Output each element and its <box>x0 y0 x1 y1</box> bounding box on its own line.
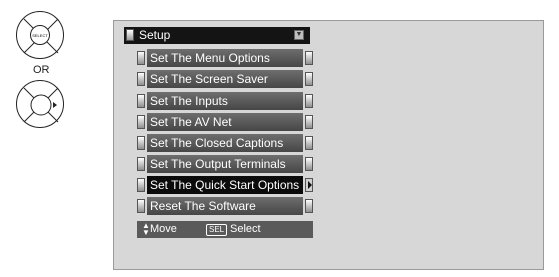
item-cap-left-icon <box>137 178 145 192</box>
menu-item-closed-captions[interactable]: Set The Closed Captions <box>137 134 313 152</box>
menu-item-label: Reset The Software <box>147 197 303 215</box>
menu-item-label: Set The Menu Options <box>147 49 303 67</box>
right-arrow-icon <box>53 102 57 108</box>
item-cap-right-icon <box>305 94 313 108</box>
item-cap-left-icon <box>137 157 145 171</box>
menu-title-cap-icon <box>126 29 134 41</box>
remote-select-button-illustration: SELECT <box>16 11 64 59</box>
menu-item-screen-saver[interactable]: Set The Screen Saver <box>137 70 313 88</box>
up-down-arrow-icon: ▲ ▼ <box>142 221 150 237</box>
menu-item-label: Set The Closed Captions <box>147 134 303 152</box>
move-hint: Move <box>150 223 177 235</box>
select-key-icon: SELECT <box>30 25 50 45</box>
item-cap-left-icon <box>137 94 145 108</box>
menu-item-inputs[interactable]: Set The Inputs <box>137 92 313 110</box>
menu-item-label: Set The Output Terminals <box>147 155 303 173</box>
menu-item-label: Set The Quick Start Options <box>147 176 303 194</box>
sel-key-icon: SEL <box>206 224 228 236</box>
menu-item-label: Set The Screen Saver <box>147 70 303 88</box>
item-cap-left-icon <box>137 136 145 150</box>
menu-help-footer: ▲ ▼ Move SEL Select <box>137 221 313 238</box>
item-cap-left-icon <box>137 199 145 213</box>
or-label: OR <box>33 64 50 76</box>
item-cap-left-icon <box>137 51 145 65</box>
direction-pad-icon <box>23 87 59 123</box>
menu-item-label: Set The AV Net <box>147 113 303 131</box>
remote-arrow-pad-illustration <box>16 80 64 128</box>
item-cap-right-icon <box>305 157 313 171</box>
chevron-down-icon[interactable]: ▼ <box>294 30 304 40</box>
menu-item-av-net[interactable]: Set The AV Net <box>137 113 313 131</box>
chevron-right-icon <box>305 178 313 192</box>
menu-title: Setup <box>139 28 171 42</box>
item-cap-right-icon <box>305 115 313 129</box>
select-hint: Select <box>230 223 261 235</box>
item-cap-right-icon <box>305 199 313 213</box>
menu-title-bar: Setup ▼ <box>124 27 310 44</box>
menu-item-label: Set The Inputs <box>147 92 303 110</box>
menu-item-quick-start-options[interactable]: Set The Quick Start Options <box>137 176 313 194</box>
item-cap-right-icon <box>305 51 313 65</box>
menu-item-menu-options[interactable]: Set The Menu Options <box>137 49 313 67</box>
item-cap-right-icon <box>305 72 313 86</box>
item-cap-right-icon <box>305 136 313 150</box>
menu-item-reset-software[interactable]: Reset The Software <box>137 197 313 215</box>
item-cap-left-icon <box>137 72 145 86</box>
item-cap-left-icon <box>137 115 145 129</box>
menu-item-output-terminals[interactable]: Set The Output Terminals <box>137 155 313 173</box>
